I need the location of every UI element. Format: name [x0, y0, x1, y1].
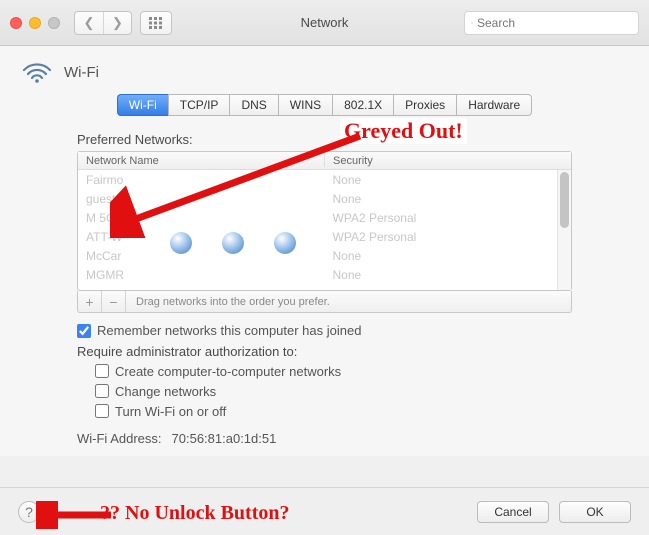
- scroll-thumb[interactable]: [560, 172, 569, 228]
- ok-button[interactable]: OK: [559, 501, 631, 523]
- table-row[interactable]: McCarNone: [78, 246, 571, 265]
- window-controls: [10, 17, 60, 29]
- cell-name: M 5GH: [78, 211, 325, 225]
- remember-networks-checkbox[interactable]: [77, 324, 91, 338]
- wifi-header: Wi-Fi: [22, 60, 627, 84]
- table-row[interactable]: ATT-WWPA2 Personal: [78, 227, 571, 246]
- cell-security: WPA2 Personal: [325, 211, 572, 225]
- auth-option-checkbox[interactable]: [95, 384, 109, 398]
- forward-button[interactable]: ❯: [103, 12, 131, 34]
- tab-hardware[interactable]: Hardware: [456, 94, 532, 116]
- cell-security: None: [325, 173, 572, 187]
- auth-option-label: Create computer-to-computer networks: [115, 364, 341, 379]
- tab-8021x[interactable]: 802.1X: [332, 94, 393, 116]
- preferred-networks-table: Network Name Security FairmoNone guest-N…: [77, 151, 572, 291]
- wifi-address-label: Wi-Fi Address:: [77, 431, 162, 446]
- wifi-icon: [22, 60, 52, 84]
- close-window[interactable]: [10, 17, 22, 29]
- auth-option-label: Turn Wi-Fi on or off: [115, 404, 226, 419]
- table-body: FairmoNone guest-None M 5GHWPA2 Personal…: [78, 170, 571, 290]
- col-security[interactable]: Security: [325, 155, 571, 167]
- content-area: Wi-Fi Wi-Fi TCP/IP DNS WINS 802.1X Proxi…: [0, 46, 649, 456]
- table-row[interactable]: FairmoNone: [78, 170, 571, 189]
- drag-hint: Drag networks into the order you prefer.: [126, 296, 330, 308]
- zoom-window[interactable]: [48, 17, 60, 29]
- auth-option-checkbox[interactable]: [95, 404, 109, 418]
- table-row[interactable]: guest-None: [78, 189, 571, 208]
- remove-network-button[interactable]: −: [102, 291, 126, 312]
- auth-option-row[interactable]: Create computer-to-computer networks: [95, 361, 572, 381]
- remember-networks-label: Remember networks this computer has join…: [97, 323, 361, 338]
- table-header: Network Name Security: [78, 152, 571, 170]
- add-remove-bar: + − Drag networks into the order you pre…: [77, 291, 572, 313]
- cell-name: guest-: [78, 192, 325, 206]
- wifi-header-label: Wi-Fi: [64, 64, 99, 81]
- footer-bar: ? Cancel OK: [0, 487, 649, 535]
- search-input[interactable]: [477, 16, 632, 30]
- remember-networks-row[interactable]: Remember networks this computer has join…: [77, 323, 572, 338]
- cell-security: None: [325, 192, 572, 206]
- minimize-window[interactable]: [29, 17, 41, 29]
- grid-icon: [149, 17, 163, 29]
- search-icon: [471, 17, 473, 29]
- cell-security: None: [325, 249, 572, 263]
- preferred-networks-label: Preferred Networks:: [77, 132, 572, 147]
- cell-name: MGMR: [78, 268, 325, 282]
- add-network-button[interactable]: +: [78, 291, 102, 312]
- help-icon: ?: [25, 504, 33, 520]
- auth-option-row[interactable]: Turn Wi-Fi on or off: [95, 401, 572, 421]
- tab-tcpip[interactable]: TCP/IP: [168, 94, 230, 116]
- settings-tabs: Wi-Fi TCP/IP DNS WINS 802.1X Proxies Har…: [82, 94, 567, 116]
- tab-wifi[interactable]: Wi-Fi: [117, 94, 168, 116]
- cell-name: Fairmo: [78, 173, 325, 187]
- help-button[interactable]: ?: [18, 501, 40, 523]
- search-field-wrap[interactable]: [464, 11, 639, 35]
- table-row[interactable]: M 5GHWPA2 Personal: [78, 208, 571, 227]
- auth-label: Require administrator authorization to:: [77, 344, 572, 359]
- annotation-no-unlock: ?? No Unlock Button?: [100, 502, 289, 525]
- footer-buttons: Cancel OK: [477, 501, 631, 523]
- cell-security: WPA2 Personal: [325, 230, 572, 244]
- tab-proxies[interactable]: Proxies: [393, 94, 456, 116]
- wifi-address-value: 70:56:81:a0:1d:51: [172, 431, 277, 446]
- tab-dns[interactable]: DNS: [229, 94, 277, 116]
- auth-option-label: Change networks: [115, 384, 216, 399]
- auth-option-row[interactable]: Change networks: [95, 381, 572, 401]
- titlebar: ❮ ❯ Network: [0, 0, 649, 46]
- cancel-button[interactable]: Cancel: [477, 501, 549, 523]
- cell-name: ATT-W: [78, 230, 325, 244]
- tab-wins[interactable]: WINS: [278, 94, 332, 116]
- table-row[interactable]: MGMRNone: [78, 265, 571, 284]
- scrollbar[interactable]: [557, 170, 571, 290]
- auth-option-checkbox[interactable]: [95, 364, 109, 378]
- nav-back-forward: ❮ ❯: [74, 11, 132, 35]
- annotation-greyed-out: Greyed Out!: [340, 118, 467, 144]
- auth-options: Create computer-to-computer networks Cha…: [77, 361, 572, 421]
- back-button[interactable]: ❮: [75, 12, 103, 34]
- col-network-name[interactable]: Network Name: [78, 155, 325, 167]
- cell-name: McCar: [78, 249, 325, 263]
- wifi-address-row: Wi-Fi Address: 70:56:81:a0:1d:51: [77, 431, 572, 446]
- cell-security: None: [325, 268, 572, 282]
- show-all-button[interactable]: [140, 11, 172, 35]
